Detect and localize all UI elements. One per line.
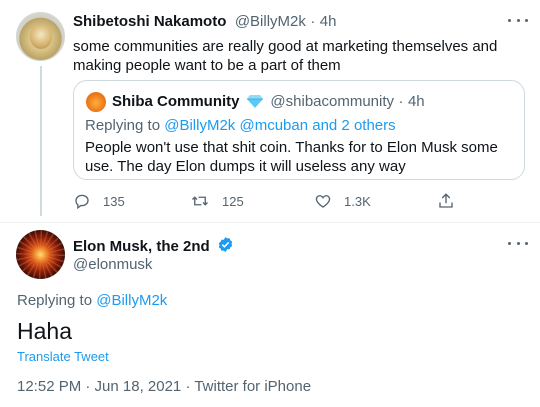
dot-separator: ·	[310, 13, 316, 30]
replying-to-link[interactable]: @mcuban	[239, 117, 308, 134]
reply-count: 135	[103, 193, 125, 209]
thread-connector-line	[40, 66, 42, 216]
retweet-button[interactable]: 125	[190, 192, 244, 210]
retweet-icon	[192, 196, 208, 206]
author-handle[interactable]: @elonmusk	[73, 256, 152, 273]
main-tweet-text: Haha	[17, 318, 72, 344]
main-tweet-author: Elon Musk, the 2nd	[73, 236, 234, 256]
main-replying-to: Replying to @BillyM2k	[17, 292, 167, 309]
avatar-shiba-community	[86, 92, 106, 112]
like-count: 1.3K	[344, 193, 371, 209]
diamond-emoji-icon	[246, 95, 263, 108]
reply-button[interactable]: 135	[73, 192, 125, 210]
author-name[interactable]: Shibetoshi Nakamoto	[73, 13, 226, 30]
replying-to-label: Replying to	[85, 117, 161, 134]
quoted-replying-to: Replying to @BillyM2k @mcuban and 2 othe…	[85, 117, 396, 134]
avatar-elon-musk[interactable]	[16, 230, 65, 279]
author-handle[interactable]: @BillyM2k	[235, 13, 306, 30]
share-icon	[439, 193, 453, 208]
tweet-time[interactable]: 4h	[320, 13, 337, 30]
quoted-tweet-card[interactable]: Shiba Community @shibacommunity · 4h Rep…	[73, 80, 525, 180]
replying-to-others-link[interactable]: and 2 others	[312, 117, 395, 134]
translate-tweet-link[interactable]: Translate Tweet	[17, 349, 109, 364]
verified-badge-icon	[218, 237, 233, 252]
more-icon[interactable]	[508, 17, 528, 23]
share-button[interactable]	[437, 192, 467, 210]
quoted-author-name: Shiba Community	[112, 93, 240, 110]
replying-to-link[interactable]: @BillyM2k	[164, 117, 235, 134]
parent-tweet-text: some communities are really good at mark…	[73, 38, 498, 74]
retweet-count: 125	[222, 193, 244, 209]
tweet-action-bar: 135 125 1.3K	[73, 192, 513, 212]
quoted-tweet-time: 4h	[407, 93, 425, 110]
quoted-author-handle: @shibacommunity	[270, 93, 395, 110]
dot-separator: ·	[398, 93, 404, 110]
tweet-timestamp[interactable]: 12:52 PM · Jun 18, 2021 · Twitter for iP…	[17, 378, 311, 395]
reply-icon	[75, 194, 89, 210]
like-button[interactable]: 1.3K	[314, 192, 371, 210]
replying-to-label: Replying to	[17, 292, 93, 309]
quoted-tweet-header: Shiba Community @shibacommunity · 4h	[112, 93, 425, 111]
parent-tweet-header: Shibetoshi Nakamoto @BillyM2k · 4h	[73, 13, 336, 31]
more-icon[interactable]	[508, 240, 528, 246]
tweet-divider	[0, 222, 540, 223]
heart-icon	[315, 195, 331, 208]
avatar-shibetoshi[interactable]	[16, 12, 65, 61]
quoted-tweet-text: People won't use that shit coin. Thanks …	[85, 139, 498, 175]
replying-to-link[interactable]: @BillyM2k	[96, 292, 167, 309]
author-name[interactable]: Elon Musk, the 2nd	[73, 238, 210, 255]
